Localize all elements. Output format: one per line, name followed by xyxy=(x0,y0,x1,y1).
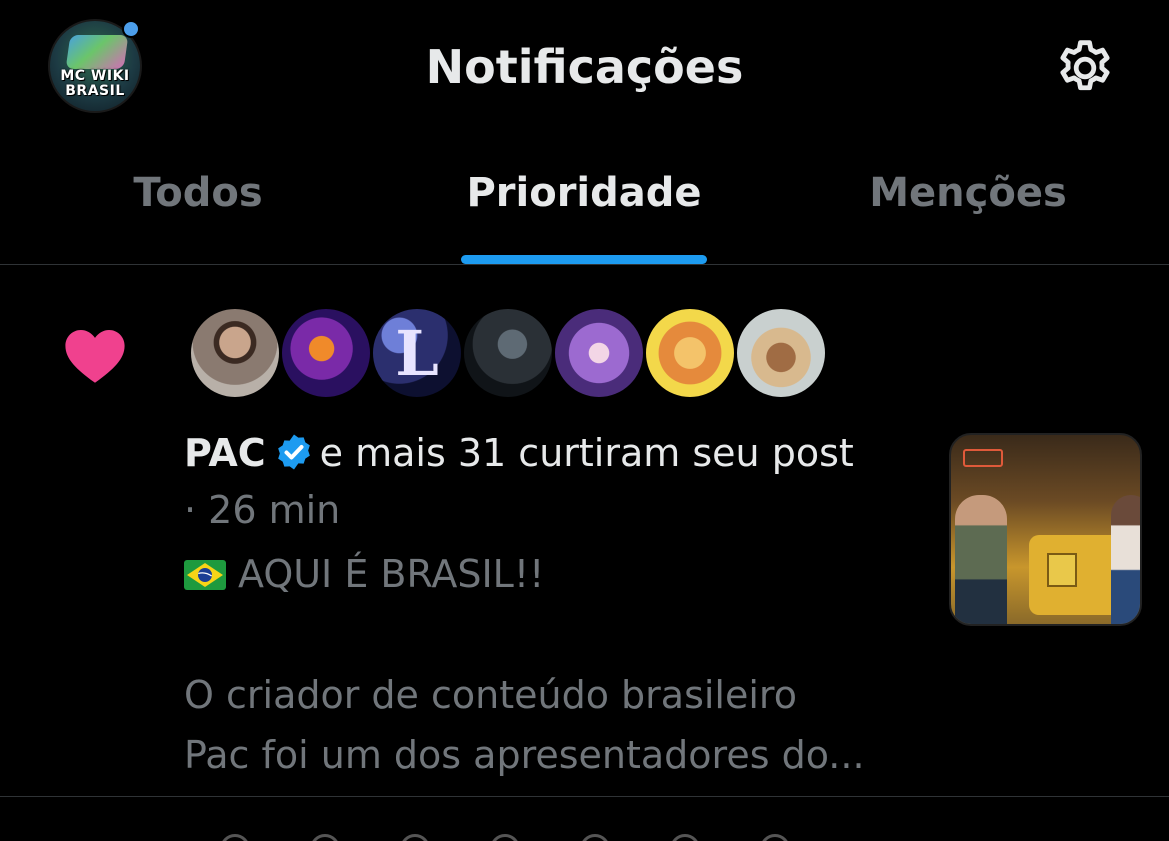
avatar xyxy=(760,834,790,841)
liker-avatar[interactable] xyxy=(552,306,646,400)
liker-avatar[interactable] xyxy=(461,306,555,400)
avatar xyxy=(580,834,610,841)
avatar xyxy=(310,834,340,841)
actor-name[interactable]: PAC xyxy=(184,431,266,475)
post-text-line3: Pac foi um dos apresentadores do... xyxy=(184,733,865,777)
liker-avatar[interactable] xyxy=(643,306,737,400)
page-title: Notificações xyxy=(425,40,744,94)
tab-mencoes[interactable]: Menções xyxy=(838,170,1098,216)
timestamp: · 26 min xyxy=(184,488,341,532)
thumbnail-block-graphic xyxy=(1047,553,1077,587)
thumbnail-sign-graphic xyxy=(963,449,1003,467)
avatar xyxy=(490,834,520,841)
avatar xyxy=(220,834,250,841)
tab-bar: Todos Prioridade Menções xyxy=(0,150,1169,265)
brazil-flag-icon xyxy=(184,560,226,590)
notification-item[interactable]: L PAC e mais 31 curtiram seu post · 26 m… xyxy=(0,265,1169,797)
gear-icon xyxy=(1060,40,1110,91)
notification-dot xyxy=(122,20,140,38)
post-preview-line1: AQUI É BRASIL!! xyxy=(184,551,544,597)
liker-avatar[interactable] xyxy=(279,306,373,400)
post-text-line1: AQUI É BRASIL!! xyxy=(238,552,545,596)
tab-todos[interactable]: Todos xyxy=(98,170,298,216)
active-tab-indicator xyxy=(461,255,707,264)
action-text: e mais 31 curtiram seu post xyxy=(319,431,854,475)
tab-prioridade[interactable]: Prioridade xyxy=(434,170,734,216)
notification-headline: PAC e mais 31 curtiram seu post xyxy=(184,430,854,476)
avatar xyxy=(400,834,430,841)
thumbnail-person-graphic xyxy=(955,495,1007,624)
liker-avatar[interactable]: L xyxy=(370,306,464,400)
post-preview-body: O criador de conteúdo brasileiro Pac foi… xyxy=(184,665,914,785)
liker-avatar[interactable] xyxy=(188,306,282,400)
next-notification-peek xyxy=(0,830,1169,841)
liker-avatar[interactable] xyxy=(734,306,828,400)
post-thumbnail[interactable] xyxy=(949,433,1142,626)
avatar xyxy=(670,834,700,841)
header: MC WIKI BRASIL Notificações xyxy=(0,0,1169,135)
post-text-line2: O criador de conteúdo brasileiro xyxy=(184,673,797,717)
thumbnail-person-graphic xyxy=(1111,495,1140,624)
verified-badge-icon xyxy=(277,434,310,470)
heart-icon xyxy=(65,330,125,383)
settings-button[interactable] xyxy=(1050,33,1120,103)
